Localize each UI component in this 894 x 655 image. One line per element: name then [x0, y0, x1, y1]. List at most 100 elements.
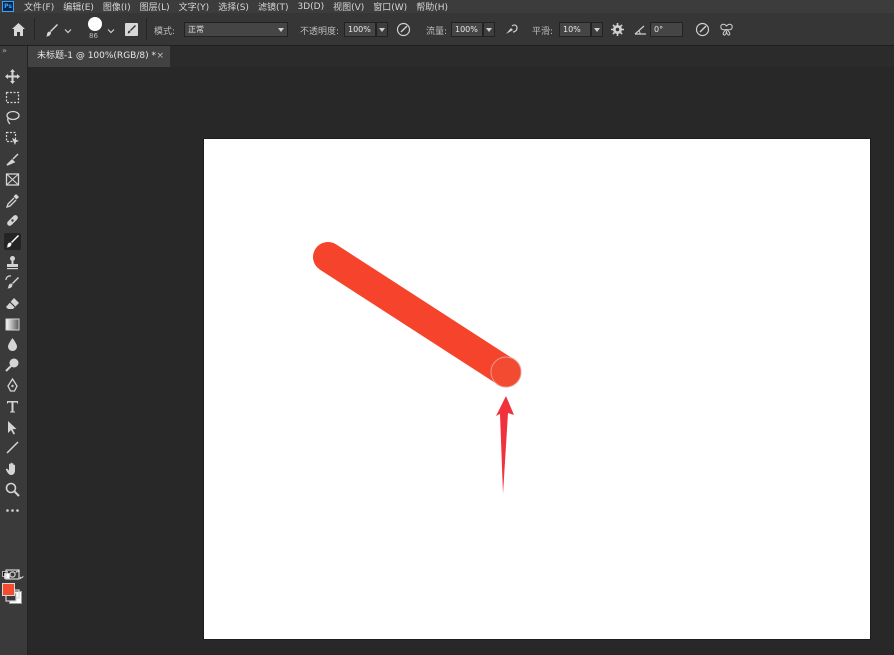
- angle-input[interactable]: 0°: [650, 22, 683, 37]
- history-brush-tool[interactable]: [4, 274, 21, 291]
- document-tab-title: 未标题-1 @ 100%(RGB/8) *: [37, 51, 156, 61]
- chevron-down-icon[interactable]: [107, 27, 115, 35]
- menu-type[interactable]: 文字(Y): [179, 0, 210, 13]
- water-drop-icon: [8, 338, 17, 351]
- smoothing-label: 平滑:: [532, 27, 554, 37]
- blend-mode-value: 正常: [188, 25, 204, 34]
- flow-label: 流量:: [426, 27, 448, 37]
- brush-tool[interactable]: [4, 233, 21, 250]
- chevron-down-icon: [278, 28, 284, 32]
- magnifier-icon: [5, 482, 20, 497]
- brush-cursor-circle: [490, 356, 522, 388]
- line-tool[interactable]: [4, 439, 21, 456]
- object-selection-icon: [5, 131, 19, 145]
- arrow-cursor-icon: [8, 421, 17, 435]
- object-selection-tool[interactable]: [4, 130, 21, 147]
- blend-mode-dropdown[interactable]: 正常: [184, 22, 288, 37]
- document-canvas[interactable]: [204, 139, 870, 639]
- menu-select[interactable]: 选择(S): [218, 0, 249, 13]
- foreground-color-swatch[interactable]: [2, 583, 15, 596]
- bandage-icon: [7, 215, 18, 226]
- eyedropper-tool[interactable]: [4, 192, 21, 209]
- divider: [146, 18, 147, 40]
- eyedropper-icon: [5, 194, 19, 209]
- stamp-icon: [7, 256, 18, 270]
- type-tool[interactable]: [4, 398, 21, 415]
- divider: [34, 18, 35, 40]
- pressure-opacity-icon[interactable]: [396, 22, 411, 37]
- symmetry-butterfly-icon[interactable]: [719, 22, 734, 37]
- lasso-icon: [6, 110, 20, 125]
- annotation-arrow: [496, 396, 514, 494]
- menu-window[interactable]: 窗口(W): [373, 0, 407, 13]
- menu-view[interactable]: 视图(V): [333, 0, 364, 13]
- hand-tool[interactable]: [4, 460, 21, 477]
- blur-tool[interactable]: [4, 336, 21, 353]
- gradient-tool[interactable]: [4, 316, 21, 333]
- brush-icon: [6, 235, 19, 248]
- move-icon: [5, 69, 20, 84]
- opacity-input[interactable]: 100%: [344, 22, 376, 37]
- move-tool[interactable]: [4, 68, 21, 85]
- history-brush-icon: [5, 275, 19, 289]
- hand-icon: [5, 462, 15, 475]
- brush-size-value: 86: [89, 32, 98, 40]
- frame-tool[interactable]: [4, 171, 21, 188]
- menu-3d[interactable]: 3D(D): [297, 2, 324, 12]
- pen-nib-icon: [6, 153, 19, 166]
- menu-layer[interactable]: 图层(L): [140, 0, 170, 13]
- photoshop-logo[interactable]: Ps: [2, 1, 14, 12]
- chevron-down-icon[interactable]: [64, 27, 72, 35]
- red-brush-stroke: [313, 242, 521, 387]
- gear-icon[interactable]: [610, 22, 625, 37]
- frame-icon: [5, 173, 20, 186]
- pen-icon: [7, 377, 18, 392]
- dodge-tool[interactable]: [4, 357, 21, 374]
- more-dots-icon: [6, 509, 19, 512]
- line-icon: [6, 441, 19, 454]
- rectangular-marquee-icon: [5, 91, 20, 104]
- smoothing-dropdown-button[interactable]: [591, 22, 603, 37]
- opacity-label: 不透明度:: [300, 27, 340, 37]
- angle-icon: [634, 25, 646, 35]
- opacity-dropdown-button[interactable]: [376, 22, 388, 37]
- airbrush-icon[interactable]: [504, 22, 519, 37]
- brush-tip-preview[interactable]: [88, 17, 102, 31]
- dodge-icon: [5, 358, 19, 372]
- path-selection-tool[interactable]: [4, 419, 21, 436]
- zoom-tool[interactable]: [4, 481, 21, 498]
- pressure-size-icon[interactable]: [695, 22, 710, 37]
- gradient-icon: [5, 318, 20, 331]
- quick-mask-button[interactable]: [4, 566, 21, 583]
- menu-filter[interactable]: 滤镜(T): [258, 0, 289, 13]
- crop-tool[interactable]: [4, 151, 21, 168]
- canvas-artwork: [313, 242, 522, 494]
- home-icon[interactable]: [11, 22, 26, 37]
- quick-mask-icon: [5, 569, 20, 580]
- healing-brush-tool[interactable]: [4, 212, 21, 229]
- tools-panel: »: [0, 46, 28, 655]
- eraser-icon: [6, 298, 19, 309]
- menu-file[interactable]: 文件(F): [24, 0, 54, 13]
- mode-label: 模式:: [154, 27, 176, 37]
- lasso-tool[interactable]: [4, 109, 21, 126]
- menu-image[interactable]: 图像(I): [103, 0, 131, 13]
- close-icon[interactable]: ×: [156, 46, 164, 66]
- brush-settings-panel-icon[interactable]: [124, 22, 139, 37]
- collapse-panel-icon[interactable]: »: [2, 46, 7, 55]
- type-icon: [7, 401, 18, 413]
- menu-edit[interactable]: 编辑(E): [63, 0, 94, 13]
- smoothing-input[interactable]: 10%: [559, 22, 591, 37]
- clone-stamp-tool[interactable]: [4, 254, 21, 271]
- edit-toolbar-button[interactable]: [4, 502, 21, 519]
- flow-input[interactable]: 100%: [451, 22, 483, 37]
- eraser-tool[interactable]: [4, 295, 21, 312]
- menu-help[interactable]: 帮助(H): [416, 0, 448, 13]
- pen-tool[interactable]: [4, 377, 21, 394]
- document-tab[interactable]: 未标题-1 @ 100%(RGB/8) * ×: [28, 46, 170, 67]
- document-tab-bar: 未标题-1 @ 100%(RGB/8) * ×: [28, 46, 894, 67]
- flow-dropdown-button[interactable]: [483, 22, 495, 37]
- options-bar: 86 模式: 正常 不透明度: 100% 流量: 100% 平滑: 10% 0°: [0, 13, 894, 46]
- brush-preset-icon[interactable]: [44, 22, 60, 38]
- marquee-tool[interactable]: [4, 89, 21, 106]
